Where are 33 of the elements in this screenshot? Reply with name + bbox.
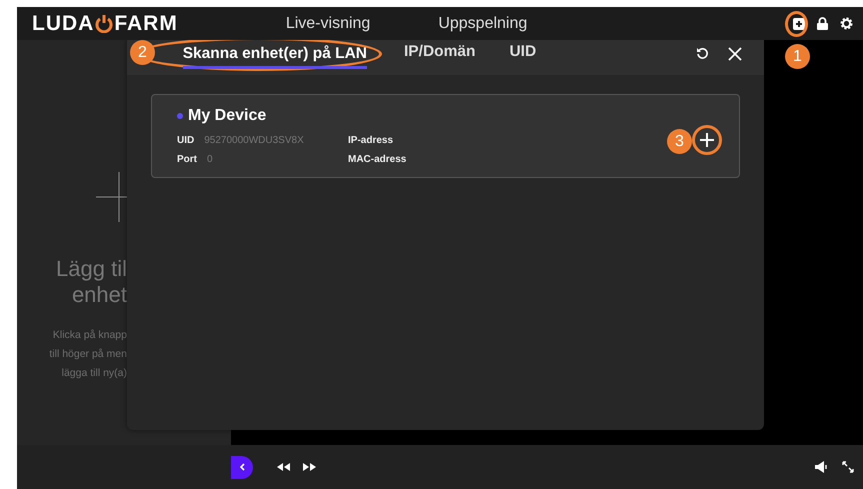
dialog-tab[interactable]: UID	[509, 37, 536, 71]
nav-link[interactable]: Live-visning	[286, 14, 370, 32]
empty-hint: Klicka på knapp	[52, 328, 127, 343]
field-value: 0	[207, 153, 213, 167]
add-device-icon[interactable]	[793, 18, 805, 30]
plus-icon	[700, 133, 714, 147]
field-label: MAC-adress	[348, 153, 406, 167]
volume-icon[interactable]	[815, 461, 828, 473]
close-icon[interactable]	[728, 47, 742, 61]
dialog-tab[interactable]: Skanna enhet(er) på LAN	[182, 39, 367, 69]
chevron-left-icon	[239, 463, 245, 471]
field-value: 95270000WDU3SV8X	[204, 134, 304, 148]
logo-text: LUDA	[32, 12, 94, 36]
settings-icon[interactable]	[840, 17, 853, 30]
lock-icon[interactable]	[817, 17, 828, 30]
dialog-tab[interactable]: IP/Domän	[404, 37, 476, 71]
empty-hint: till höger på men	[49, 347, 127, 362]
highlight-ring	[785, 11, 808, 37]
field-label: IP-adress	[348, 134, 394, 148]
fullscreen-icon[interactable]	[842, 461, 854, 473]
field-label: Port	[177, 153, 197, 167]
fast-forward-icon[interactable]	[303, 463, 316, 471]
collapse-button[interactable]	[231, 456, 253, 478]
device-name: My Device	[188, 107, 266, 125]
field-label: UID	[177, 134, 194, 148]
nav-link[interactable]: Uppspelning	[438, 14, 528, 32]
empty-title: enhet	[72, 282, 127, 308]
empty-title: Lägg til	[56, 256, 127, 282]
rewind-icon[interactable]	[277, 463, 290, 471]
logo-text: FARM	[114, 12, 178, 36]
power-icon	[95, 14, 114, 33]
empty-hint: lägga till ny(a)	[62, 366, 127, 381]
refresh-icon[interactable]	[696, 47, 709, 60]
